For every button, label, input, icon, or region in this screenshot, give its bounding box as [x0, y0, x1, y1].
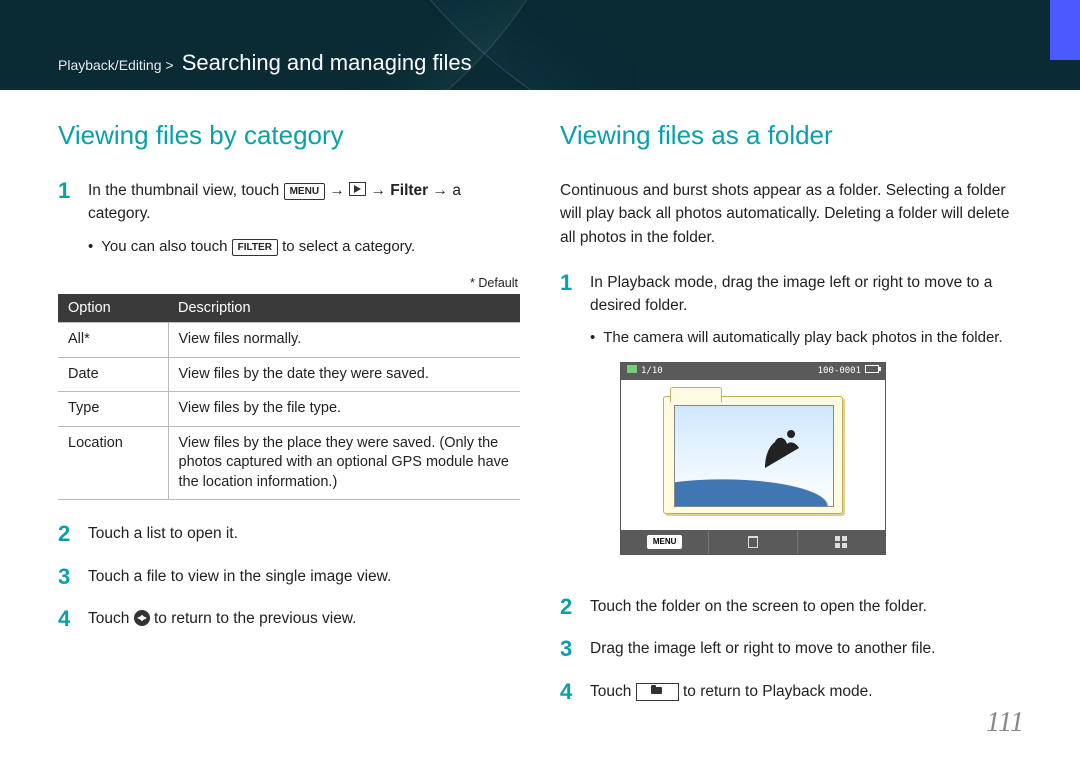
filter-button-label: FILTER	[232, 239, 278, 256]
table-row: Type View files by the file type.	[58, 392, 520, 427]
opt-cell: Location	[58, 426, 168, 500]
section-heading-left: Viewing files by category	[58, 120, 520, 151]
options-table: Option Description All* View files norma…	[58, 294, 520, 500]
th-option: Option	[58, 294, 168, 323]
battery-icon	[865, 365, 879, 373]
desc-cell: View files by the file type.	[168, 392, 520, 427]
header-banner: Playback/Editing > Searching and managin…	[0, 0, 1080, 90]
bullet1-b: to select a category.	[282, 238, 415, 255]
folder-icon	[649, 684, 666, 698]
camera-toolbar: MENU	[621, 530, 885, 554]
menu-button-label: MENU	[284, 183, 325, 200]
step2r-text: Touch the folder on the screen to open t…	[590, 595, 1022, 619]
opt-cell: All*	[58, 323, 168, 358]
photo-thumbnail	[674, 405, 834, 507]
step-4-right: 4 Touch to return to Playback mode.	[560, 680, 1022, 704]
breadcrumb-title: Playback/Editing > Searching and managin…	[58, 50, 472, 76]
step2-text: Touch a list to open it.	[88, 522, 520, 546]
page-number: 111	[986, 707, 1024, 739]
back-icon	[134, 610, 150, 626]
manual-page: Playback/Editing > Searching and managin…	[0, 0, 1080, 765]
th-description: Description	[168, 294, 520, 323]
step4r-b: to return to Playback mode.	[683, 683, 873, 700]
camera-screenshot: 1/10 100-0001	[620, 362, 886, 556]
step-number: 4	[58, 607, 76, 631]
page-title: Searching and managing files	[182, 50, 472, 75]
filter-word: Filter	[390, 182, 428, 199]
step-2-left: 2 Touch a list to open it.	[58, 522, 520, 546]
step4-a: Touch	[88, 610, 134, 627]
step-number: 2	[560, 595, 578, 619]
snowboarder-icon	[757, 426, 807, 476]
cam-thumbnail-button[interactable]	[798, 530, 885, 554]
left-column: Viewing files by category 1 In the thumb…	[58, 120, 520, 722]
section-tab	[1050, 0, 1080, 60]
bullet1-a: You can also touch	[101, 238, 231, 255]
step1r-text: In Playback mode, drag the image left or…	[590, 274, 992, 314]
step1-arrow-1: →	[329, 182, 349, 199]
step-number: 1	[560, 271, 578, 578]
camera-body	[621, 380, 885, 530]
desc-cell: View files normally.	[168, 323, 520, 358]
section-heading-right: Viewing files as a folder	[560, 120, 1022, 151]
table-row: Date View files by the date they were sa…	[58, 357, 520, 392]
desc-cell: View files by the place they were saved.…	[168, 426, 520, 500]
step-number: 3	[58, 565, 76, 589]
step1-bullet: You can also touch FILTER to select a ca…	[88, 236, 520, 259]
step-number: 1	[58, 179, 76, 258]
content-columns: Viewing files by category 1 In the thumb…	[58, 120, 1022, 722]
cam-menu-button[interactable]: MENU	[621, 530, 709, 554]
step-3-right: 3 Drag the image left or right to move t…	[560, 637, 1022, 661]
grid-icon	[835, 536, 847, 548]
picture-icon	[627, 365, 637, 373]
step4-b: to return to the previous view.	[154, 610, 356, 627]
table-row: All* View files normally.	[58, 323, 520, 358]
step-number: 3	[560, 637, 578, 661]
table-row: Location View files by the place they we…	[58, 426, 520, 500]
folder-button	[636, 683, 679, 701]
intro-paragraph: Continuous and burst shots appear as a f…	[560, 179, 1022, 249]
step3-text: Touch a file to view in the single image…	[88, 565, 520, 589]
step-2-right: 2 Touch the folder on the screen to open…	[560, 595, 1022, 619]
hill-shape	[675, 458, 833, 506]
step1r-bullet: The camera will automatically play back …	[590, 327, 1022, 350]
step-number: 4	[560, 680, 578, 704]
right-column: Viewing files as a folder Continuous and…	[560, 120, 1022, 722]
default-note: * Default	[58, 276, 518, 290]
cam-menu-label: MENU	[647, 535, 683, 549]
step-number: 2	[58, 522, 76, 546]
bullet1r-text: The camera will automatically play back …	[603, 327, 1002, 350]
folder-thumbnail	[663, 396, 843, 514]
step3r-text: Drag the image left or right to move to …	[590, 637, 1022, 661]
step-1-left: 1 In the thumbnail view, touch MENU → → …	[58, 179, 520, 258]
opt-cell: Date	[58, 357, 168, 392]
step1-text-a: In the thumbnail view, touch	[88, 182, 284, 199]
play-icon	[349, 182, 366, 196]
breadcrumb: Playback/Editing >	[58, 57, 174, 73]
cam-counter: 1/10	[641, 366, 663, 376]
desc-cell: View files by the date they were saved.	[168, 357, 520, 392]
trash-icon	[748, 536, 758, 548]
cam-delete-button[interactable]	[709, 530, 797, 554]
step-3-left: 3 Touch a file to view in the single ima…	[58, 565, 520, 589]
opt-cell: Type	[58, 392, 168, 427]
camera-statusbar: 1/10 100-0001	[621, 363, 885, 381]
cam-fileno: 100-0001	[818, 366, 861, 376]
step-1-right: 1 In Playback mode, drag the image left …	[560, 271, 1022, 578]
step4r-a: Touch	[590, 683, 636, 700]
step1-arrow-2: →	[370, 182, 390, 199]
step-4-left: 4 Touch to return to the previous view.	[58, 607, 520, 631]
